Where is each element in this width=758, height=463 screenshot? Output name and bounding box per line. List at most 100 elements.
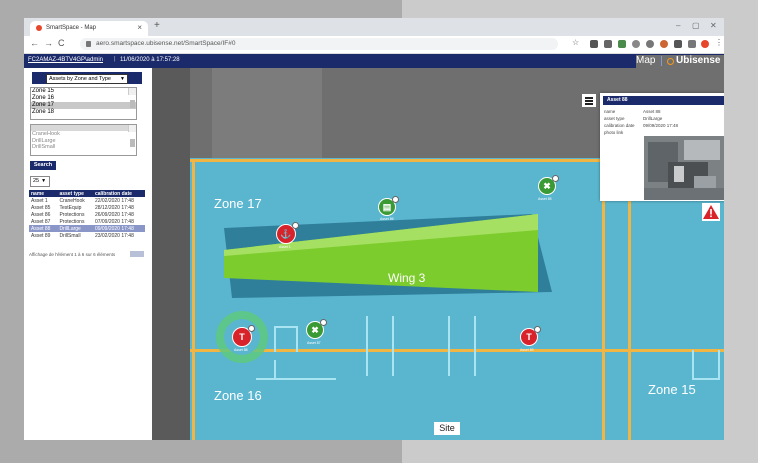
table-row[interactable]: Asset 86 Protections 26/09/2020 17:48: [29, 211, 145, 218]
map-canvas[interactable]: Zone 17 Zone 16 Zone 15 Wing 3 ⚓ Asset 1…: [152, 68, 724, 440]
extension-icon[interactable]: [604, 40, 612, 48]
asset-table: name asset type calibration date Asset 1…: [29, 190, 145, 239]
close-window-icon[interactable]: ✕: [710, 21, 717, 30]
puzzle-icon[interactable]: [674, 40, 682, 48]
table-cell: DrillLarge: [57, 225, 93, 232]
browser-window: SmartSpace - Map × + – ▢ ✕ ← → C aero.sm…: [24, 18, 724, 440]
zone-label: Zone 17: [214, 196, 262, 211]
table-row[interactable]: Asset 88 DrillLarge 09/09/2020 17:48: [29, 225, 145, 232]
app-header: FC2AMAZ-4BTV4GP\admin | 11/06/2020 à 17:…: [24, 54, 724, 427]
search-button[interactable]: Search: [30, 161, 56, 170]
marker-label: Asset 85: [538, 197, 552, 201]
ubisense-logo-icon: [667, 58, 674, 65]
popup-key: calibration date: [604, 123, 635, 128]
table-cell: DrillSmall: [59, 232, 81, 239]
table-cell: 23/02/2020 17:48: [94, 232, 134, 239]
forward-icon[interactable]: →: [44, 38, 53, 48]
reading-list-icon[interactable]: [688, 40, 696, 48]
asset-info-popup: Asset 88 name Asset 88 asset type DrillL…: [600, 93, 724, 201]
table-cell: 09/09/2020 17:48: [92, 225, 145, 232]
popup-key: name: [604, 109, 616, 114]
drill-icon[interactable]: T: [232, 325, 255, 347]
back-icon[interactable]: ←: [30, 38, 39, 48]
url-text: aero.smartspace.ubisense.net/SmartSpace/…: [96, 40, 236, 47]
column-header[interactable]: asset type: [57, 190, 93, 197]
table-cell: 28/12/2020 17:48: [94, 204, 134, 211]
header-datetime: 11/06/2020 à 17:57:28: [120, 57, 180, 63]
zone-option[interactable]: Zone 18: [31, 109, 136, 116]
marker-label: Asset 86: [380, 217, 394, 221]
table-cell: Asset 86: [31, 211, 51, 218]
table-row[interactable]: Asset 85 TestEquip 28/12/2020 17:48: [29, 204, 145, 211]
page-size-select[interactable]: 25 ▼: [30, 176, 50, 187]
header-separator: |: [114, 56, 116, 62]
filter-bar: Assets by Zone and Type ▼: [32, 72, 142, 84]
marker-label: Asset 89: [520, 348, 534, 352]
vest-icon[interactable]: ▤: [378, 196, 399, 216]
user-link[interactable]: FC2AMAZ-4BTV4GP\admin: [28, 57, 103, 63]
chevron-down-icon: ▼: [120, 76, 125, 82]
warning-button[interactable]: [702, 203, 720, 221]
zone-scrollbar[interactable]: [128, 88, 136, 108]
browser-tab[interactable]: SmartSpace - Map ×: [30, 21, 148, 36]
popup-value: DrillLarge: [643, 116, 663, 121]
table-cell: TestEquip: [59, 204, 82, 211]
table-row[interactable]: Asset 87 Protections 07/09/2020 17:48: [29, 218, 145, 225]
type-scrollbar[interactable]: [128, 125, 136, 147]
zone-option[interactable]: Zone 16: [31, 95, 136, 102]
reload-icon[interactable]: C: [58, 38, 65, 48]
table-info: Affichage de l'élément 1 à 6 sur 6 éléme…: [29, 252, 116, 257]
tool-icon[interactable]: ✖: [538, 175, 559, 195]
type-option[interactable]: DrillSmall: [31, 144, 136, 151]
marker-label: Asset 88: [234, 348, 248, 352]
tool-icon[interactable]: ✖: [306, 319, 327, 339]
url-field[interactable]: aero.smartspace.ubisense.net/SmartSpace/…: [80, 38, 558, 50]
star-icon[interactable]: ☆: [572, 38, 579, 47]
table-cell: Asset 1: [31, 197, 48, 204]
zone-option[interactable]: Zone 15: [31, 88, 136, 95]
lock-icon: [86, 41, 91, 47]
extension-icon[interactable]: [590, 40, 598, 48]
popup-key: photo link: [604, 130, 624, 135]
tab-title: SmartSpace - Map: [46, 25, 97, 31]
close-tab-icon[interactable]: ×: [137, 23, 142, 32]
zone-option-selected[interactable]: Zone 17: [31, 102, 136, 109]
zone-listbox[interactable]: Zone 15 Zone 16 Zone 17 Zone 18: [30, 87, 137, 120]
extension-icon[interactable]: [660, 40, 668, 48]
minimize-icon[interactable]: –: [676, 21, 680, 30]
zone-label: Zone 16: [214, 388, 262, 403]
table-row[interactable]: Asset 1 CraneHook 22/02/2020 17:48: [29, 197, 145, 204]
popup-title: Asset 88: [603, 96, 724, 105]
column-header[interactable]: name: [29, 190, 58, 197]
table-row[interactable]: Asset 89 DrillSmall 23/02/2020 17:48: [29, 232, 145, 239]
table-cell: Protections: [59, 211, 85, 218]
extension-icon[interactable]: [632, 40, 640, 48]
asset-photo[interactable]: [644, 136, 724, 200]
filter-select[interactable]: Assets by Zone and Type ▼: [46, 74, 128, 84]
restore-icon[interactable]: ▢: [692, 21, 700, 30]
left-panel: Assets by Zone and Type ▼ Zone 15 Zone 1…: [24, 68, 152, 440]
column-header[interactable]: calibration date: [92, 190, 145, 197]
new-tab-icon[interactable]: +: [154, 20, 160, 31]
marker-label: Asset 87: [307, 341, 321, 345]
type-listbox[interactable]: CraneHook DrillLarge DrillSmall: [30, 124, 137, 156]
popup-value: Asset 88: [643, 109, 661, 114]
table-cell: Asset 87: [31, 218, 51, 225]
table-cell: 26/09/2020 17:48: [94, 211, 134, 218]
menu-kebab-icon[interactable]: ⋮: [715, 38, 723, 47]
profile-avatar[interactable]: [701, 40, 709, 48]
list-icon[interactable]: [582, 94, 596, 107]
tab-bar: SmartSpace - Map × + – ▢ ✕: [24, 18, 724, 36]
site-label: Site: [434, 422, 460, 435]
hook-icon[interactable]: ⚓: [276, 222, 299, 244]
table-cell: 07/09/2020 17:48: [94, 218, 134, 225]
zone-label: Zone 15: [648, 382, 696, 397]
extension-icon[interactable]: [618, 40, 626, 48]
address-bar: ← → C aero.smartspace.ubisense.net/Smart…: [24, 36, 724, 54]
extension-icon[interactable]: [646, 40, 654, 48]
drill-icon[interactable]: T: [520, 326, 541, 346]
table-cell: Asset 88: [29, 225, 58, 232]
table-cell: Protections: [59, 218, 85, 225]
pagination[interactable]: [130, 251, 144, 257]
popup-key: asset type: [604, 116, 625, 121]
